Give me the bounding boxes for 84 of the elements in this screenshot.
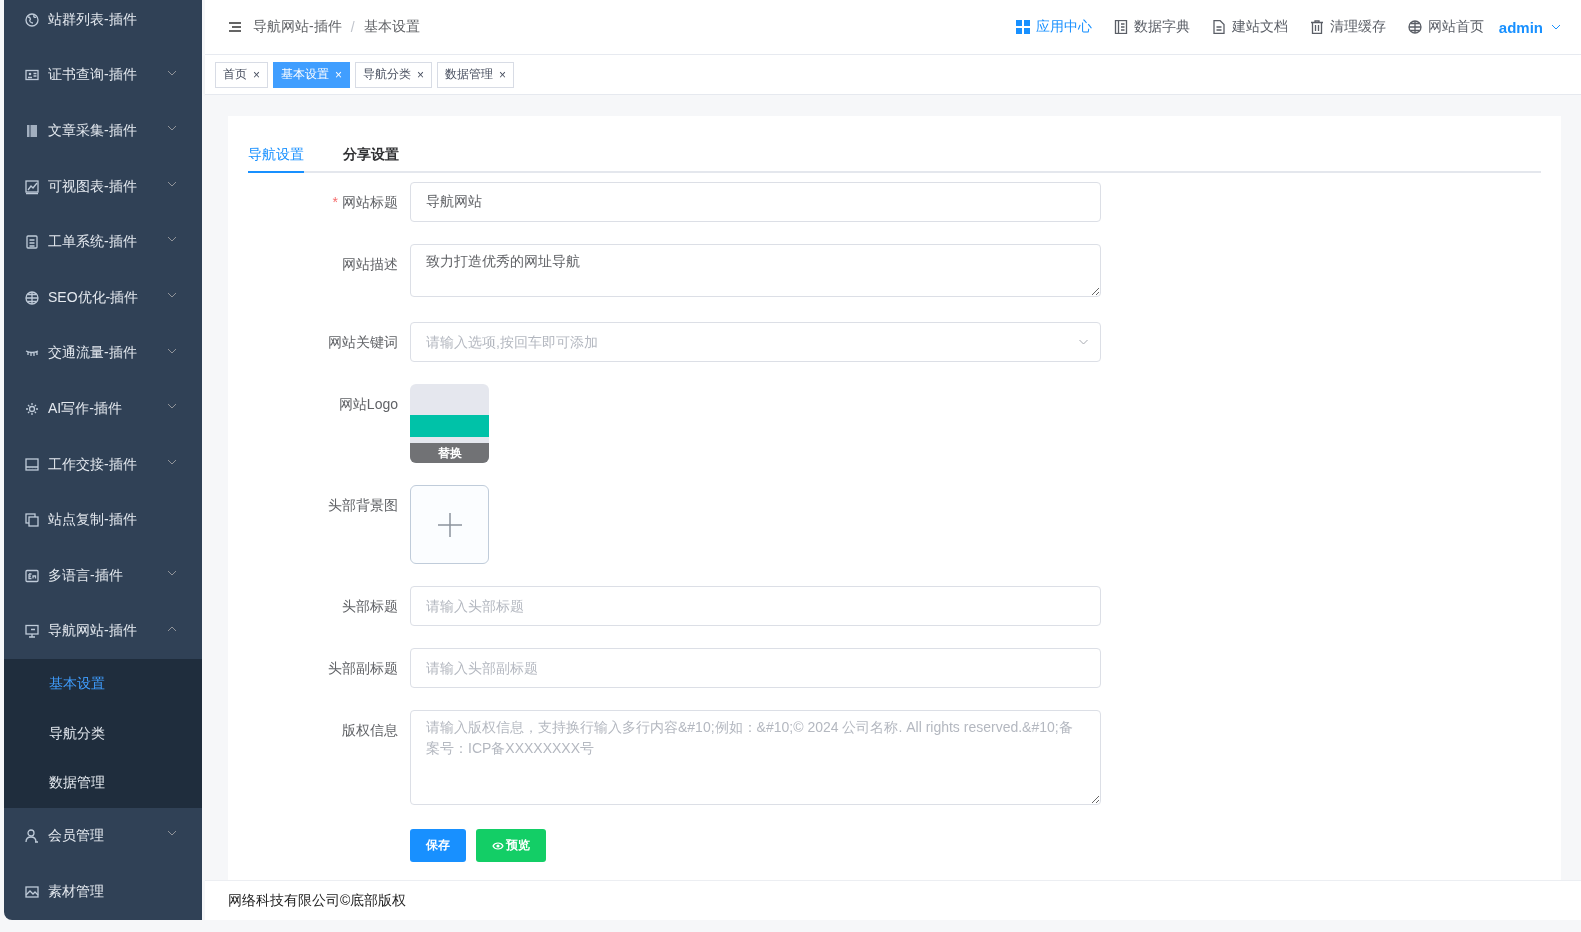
plus-icon: [437, 512, 462, 537]
tag-close[interactable]: ×: [253, 67, 260, 82]
replace-button[interactable]: 替换: [410, 443, 489, 463]
breadcrumb-separator: /: [350, 19, 355, 35]
text-area[interactable]: 请输入版权信息，支持换行输入多行内容&#10;例如：&#10;© 2024 公司名称. All rights reserved.&#10;备案号：ICP备XXXXXXXX号: [410, 710, 1101, 805]
sidebar-item[interactable]: 会员管理: [4, 808, 202, 864]
grid-icon: [1015, 20, 1030, 34]
text-field[interactable]: 请输入头部标题: [410, 586, 1101, 626]
chevron-down-icon: [167, 347, 177, 354]
sidebar-item[interactable]: 站群列表-插件: [4, 0, 202, 48]
clipboard-icon: [24, 234, 40, 251]
required-mark: *: [332, 194, 338, 210]
monitor-icon: [24, 623, 40, 640]
form-tab[interactable]: 分享设置: [343, 141, 399, 173]
field-label: 头部副标题: [328, 660, 398, 676]
page-tag[interactable]: 首页 ×: [215, 61, 268, 88]
menu-icon[interactable]: [229, 22, 241, 32]
sidebar-item[interactable]: 可视图表-插件: [4, 158, 202, 215]
sidebar-item[interactable]: 证书查询-插件: [4, 47, 202, 104]
chevron-up-icon: [167, 625, 177, 632]
submenu-item[interactable]: 导航分类: [4, 708, 202, 759]
field-label: 网站描述: [342, 256, 398, 272]
chevron-down-icon: [1551, 24, 1561, 30]
submenu-item[interactable]: 数据管理: [4, 758, 202, 809]
sidebar-item[interactable]: 文章采集-插件: [4, 103, 202, 159]
chevron-down-icon: [167, 69, 177, 76]
chevron-down-icon: [1078, 339, 1089, 345]
text-field[interactable]: 导航网站: [410, 182, 1101, 222]
chevron-down-icon: [167, 458, 177, 465]
sidebar-item[interactable]: 工单系统-插件: [4, 214, 202, 270]
tag-label[interactable]: 导航分类: [363, 66, 412, 83]
sun-icon: [24, 400, 40, 417]
tag-label[interactable]: 数据管理: [445, 66, 494, 83]
field-label: 网站Logo: [338, 396, 398, 412]
chevron-down-icon: [167, 569, 177, 576]
header-link[interactable]: 清理缓存: [1309, 18, 1386, 36]
sidebar-item[interactable]: 导航网站-插件: [4, 603, 202, 660]
chevron-down-icon: [167, 830, 177, 837]
monitor-icon: [24, 456, 40, 473]
globe-icon: [1407, 20, 1422, 34]
sidebar-item[interactable]: AI写作-插件: [4, 381, 202, 437]
page-tag[interactable]: 数据管理 ×: [437, 61, 515, 88]
logo-image[interactable]: 替换: [410, 384, 489, 463]
sidebar-item[interactable]: 交通流量-插件: [4, 325, 202, 382]
tag-close[interactable]: ×: [417, 67, 425, 82]
select-field[interactable]: 请输入选项,按回车即可添加: [410, 322, 1101, 362]
globe-icon: [24, 289, 40, 306]
tag-close[interactable]: ×: [499, 67, 507, 82]
user-icon: [24, 828, 40, 844]
field-label: 网站标题: [342, 194, 398, 210]
sidebar-item[interactable]: 工作交接-插件: [4, 436, 202, 493]
sidebar-item[interactable]: 站点复制-插件: [4, 492, 202, 548]
header-link[interactable]: 建站文档: [1211, 18, 1288, 36]
sidebar-item[interactable]: SEO优化-插件: [4, 269, 202, 326]
breadcrumb-item: 基本设置: [363, 18, 420, 36]
chart-icon: [24, 178, 40, 195]
page-tag[interactable]: 导航分类 ×: [355, 61, 433, 88]
chevron-down-icon: [167, 403, 177, 410]
chevron-down-icon: [167, 125, 177, 132]
field-label: 头部标题: [342, 598, 398, 614]
header-link[interactable]: 数据字典: [1113, 18, 1190, 36]
language-icon: [24, 567, 40, 584]
globe-icon: [24, 11, 40, 28]
tag-label[interactable]: 首页: [223, 66, 247, 83]
book-icon: [1113, 20, 1128, 34]
footer-text: 网络科技有限公司©底部版权: [205, 880, 1581, 920]
field-label: 版权信息: [342, 722, 398, 738]
sidebar-item[interactable]: 素材管理: [4, 863, 202, 920]
header-link[interactable]: 网站首页: [1407, 18, 1484, 36]
picture-icon: [24, 883, 40, 900]
field-label: 头部背景图: [328, 497, 398, 513]
sidebar-item[interactable]: 多语言-插件: [4, 547, 202, 604]
text-field[interactable]: 请输入头部副标题: [410, 648, 1101, 688]
copy-icon: [24, 512, 40, 529]
chevron-down-icon: [167, 236, 177, 243]
file-icon: [1211, 20, 1226, 34]
text-area[interactable]: 致力打造优秀的网址导航: [410, 244, 1101, 297]
chevron-down-icon: [167, 291, 177, 298]
breadcrumb-item[interactable]: 导航网站-插件: [253, 18, 342, 36]
submenu-item[interactable]: 基本设置: [4, 659, 202, 709]
eye-icon: [492, 840, 504, 851]
chevron-down-icon: [167, 180, 177, 187]
field-label: 网站关键词: [328, 334, 398, 350]
trash-icon: [1309, 20, 1324, 34]
